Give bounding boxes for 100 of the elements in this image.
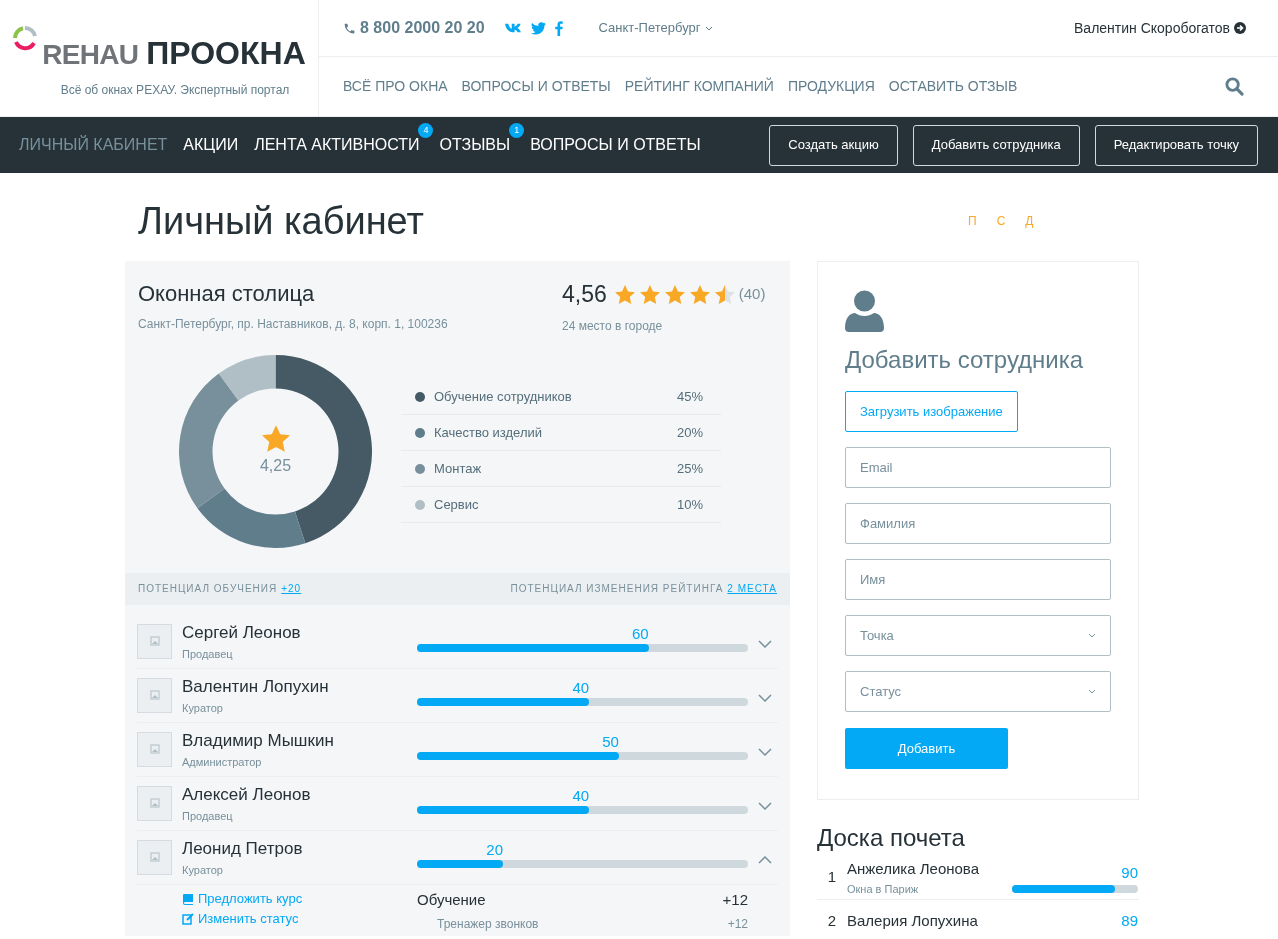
user-icon bbox=[845, 290, 884, 332]
legend-label: Монтаж bbox=[434, 459, 482, 478]
score-value: 20 bbox=[486, 839, 504, 860]
potential-link[interactable]: +20 bbox=[281, 581, 302, 596]
caret-icon bbox=[704, 25, 713, 31]
logo-name: ПРООКНА bbox=[146, 37, 306, 69]
count-badge: 4 bbox=[418, 123, 434, 138]
action-button[interactable]: Добавить сотрудника bbox=[912, 124, 1080, 166]
employee-name: Валерия Лопухина bbox=[847, 911, 979, 932]
employee-name: Сергей Леонов bbox=[182, 622, 302, 644]
account-tab[interactable]: ЛЕНТА АКТИВНОСТИ bbox=[254, 136, 420, 153]
text-field[interactable]: Email bbox=[845, 447, 1111, 488]
image-icon bbox=[149, 636, 160, 646]
edit-icon bbox=[182, 912, 194, 925]
nav-link[interactable]: ВОПРОСЫ И ОТВЕТЫ bbox=[461, 76, 611, 97]
account-tab[interactable]: ЛИЧНЫЙ КАБИНЕТ bbox=[19, 136, 168, 153]
chevron-up-icon[interactable] bbox=[758, 856, 772, 864]
user-name[interactable]: Валентин Скоробогатов bbox=[1074, 17, 1230, 39]
chevron-down-icon[interactable] bbox=[758, 802, 772, 810]
select-field[interactable]: Статус bbox=[845, 671, 1111, 712]
text-field[interactable]: Имя bbox=[845, 559, 1111, 600]
submit-button[interactable]: Добавить bbox=[845, 728, 1008, 769]
potential-label: ПОТЕНЦИАЛ ОБУЧЕНИЯ bbox=[138, 582, 278, 596]
image-icon bbox=[149, 690, 160, 700]
average-score: 4,25 bbox=[259, 455, 292, 476]
employee-role: Куратор bbox=[182, 700, 224, 716]
employee-action-link[interactable]: Изменить статус bbox=[182, 908, 417, 929]
city-dropdown[interactable]: Санкт-Петербург bbox=[598, 18, 713, 38]
employee-role: Куратор bbox=[182, 862, 224, 878]
city-place: 24 место в городе bbox=[562, 317, 664, 335]
caret-icon bbox=[1088, 689, 1096, 694]
score-value: 60 bbox=[632, 623, 649, 644]
star-icon bbox=[614, 284, 635, 304]
logo-ring-icon bbox=[12, 25, 39, 51]
text-field[interactable]: Фамилия bbox=[845, 503, 1111, 544]
account-tab[interactable]: ВОПРОСЫ И ОТВЕТЫ bbox=[530, 136, 701, 153]
image-icon bbox=[149, 744, 160, 754]
twitter-icon[interactable] bbox=[530, 21, 546, 35]
score-value: 40 bbox=[572, 785, 590, 806]
employee-action-link[interactable]: Предложить курс bbox=[182, 888, 417, 909]
employee-company: Окна в Париж bbox=[847, 881, 920, 897]
employee-name: Владимир Мышкин bbox=[182, 730, 335, 752]
action-button[interactable]: Редактировать точку bbox=[1094, 124, 1258, 166]
score-value: 89 bbox=[1121, 911, 1138, 932]
chevron-down-icon[interactable] bbox=[758, 748, 772, 756]
employee-name: Леонид Петров bbox=[182, 838, 304, 860]
honor-title: Доска почета bbox=[817, 823, 966, 853]
employee-name: Алексей Леонов bbox=[182, 784, 312, 806]
detail-value: +12 bbox=[727, 915, 748, 933]
upload-image-button[interactable]: Загрузить изображение bbox=[845, 391, 1018, 432]
rating-value: 4,56 bbox=[562, 280, 607, 309]
potential-label: ПОТЕНЦИАЛ ИЗМЕНЕНИЯ РЕЙТИНГА bbox=[510, 581, 724, 596]
rating-change-link[interactable]: 2 МЕСТА bbox=[727, 581, 777, 596]
logo-brand: REHAU bbox=[42, 41, 139, 69]
nav-link[interactable]: ВСЁ ПРО ОКНА bbox=[343, 76, 448, 97]
company-name: Оконная столица bbox=[138, 280, 316, 308]
book-icon bbox=[182, 892, 194, 905]
legend-value: 25% bbox=[676, 459, 703, 478]
half-star-icon bbox=[714, 284, 735, 304]
star-icon bbox=[664, 284, 685, 304]
phone-icon bbox=[343, 21, 356, 35]
chevron-down-icon[interactable] bbox=[758, 640, 772, 648]
legend-label: Сервис bbox=[434, 495, 479, 514]
count-badge: 1 bbox=[509, 123, 525, 138]
account-tab[interactable]: АКЦИИ bbox=[183, 136, 239, 153]
select-field[interactable]: Точка bbox=[845, 615, 1111, 656]
employee-name: Валентин Лопухин bbox=[182, 676, 330, 698]
star-icon bbox=[261, 424, 290, 452]
image-icon bbox=[149, 852, 160, 862]
star-icon bbox=[639, 284, 660, 304]
nav-link[interactable]: РЕЙТИНГ КОМПАНИЙ bbox=[624, 76, 774, 97]
search-icon[interactable] bbox=[1225, 77, 1244, 96]
star-icon bbox=[689, 284, 710, 304]
legend-value: 20% bbox=[676, 423, 703, 442]
caret-icon bbox=[1088, 633, 1096, 638]
nav-link[interactable]: ПРОДУКЦИЯ bbox=[787, 76, 875, 97]
arrow-circle-icon[interactable] bbox=[1234, 22, 1246, 34]
chevron-down-icon[interactable] bbox=[758, 694, 772, 702]
phone-number[interactable]: 8 800 2000 20 20 bbox=[360, 16, 485, 40]
image-icon bbox=[149, 798, 160, 808]
legend-value: 10% bbox=[676, 495, 703, 514]
employee-role: Продавец bbox=[182, 646, 234, 662]
account-tab[interactable]: ОТЗЫВЫ bbox=[439, 136, 511, 153]
vk-icon[interactable] bbox=[504, 23, 522, 33]
facebook-icon[interactable] bbox=[554, 20, 563, 36]
detail-label: Тренажер звонков bbox=[437, 915, 539, 933]
employee-role: Продавец bbox=[182, 808, 234, 824]
score-value: 90 bbox=[1121, 863, 1138, 884]
company-address: Санкт-Петербург, пр. Наставников, д. 8, корп. 1, 100236 bbox=[138, 316, 449, 333]
rank-number: 1 bbox=[826, 867, 838, 888]
legend-label: Качество изделий bbox=[434, 423, 542, 442]
legend-value: 45% bbox=[676, 387, 703, 406]
tagline: Всё об окнах РЕХАУ. Экспертный портал bbox=[60, 82, 290, 99]
action-button[interactable]: Создать акцию bbox=[769, 124, 898, 166]
score-value: 40 bbox=[572, 677, 590, 698]
detail-value: +12 bbox=[722, 890, 748, 911]
detail-label: Обучение bbox=[417, 890, 486, 911]
legend-label: Обучение сотрудников bbox=[434, 387, 572, 406]
nav-link[interactable]: ОСТАВИТЬ ОТЗЫВ bbox=[888, 76, 1018, 97]
employee-name: Анжелика Леонова bbox=[847, 859, 980, 879]
